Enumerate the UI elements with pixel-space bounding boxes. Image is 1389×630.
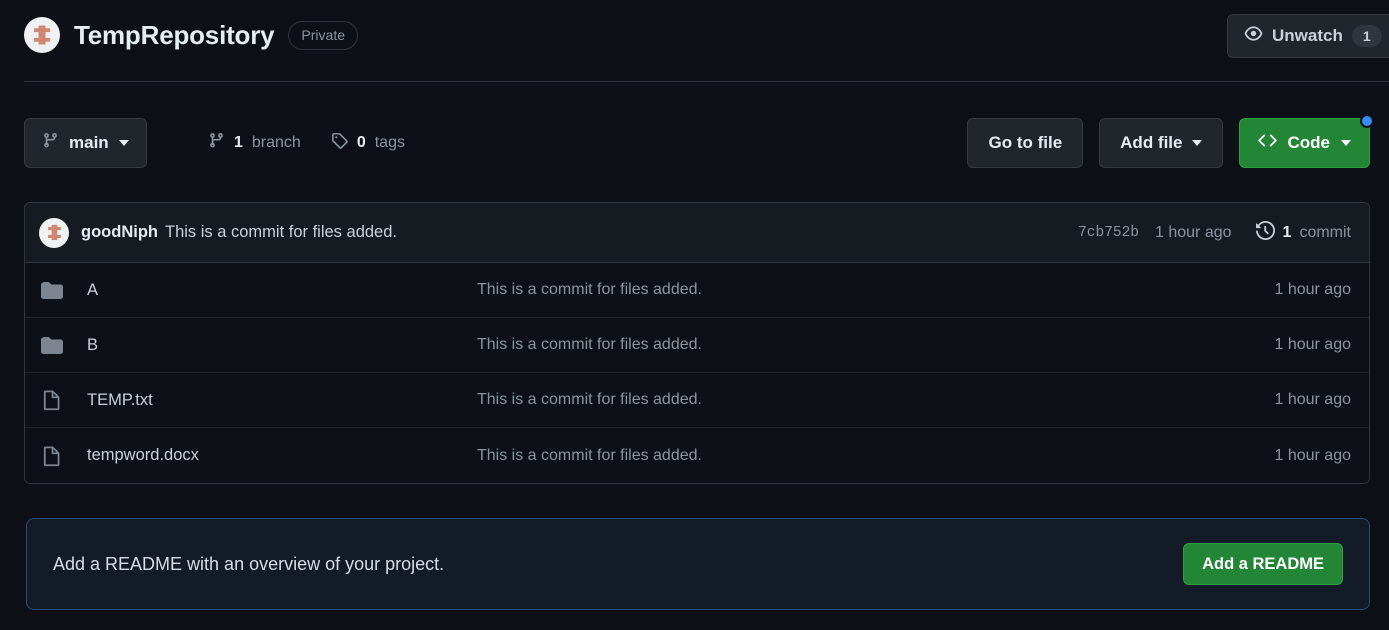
tag-count[interactable]: 0 tags — [331, 132, 405, 154]
add-readme-label: Add a README — [1202, 554, 1324, 573]
latest-commit-bar: goodNiph This is a commit for files adde… — [25, 203, 1369, 263]
commit-author-link[interactable]: goodNiph — [81, 223, 158, 242]
page-title: TempRepository — [74, 19, 275, 50]
commit-count-value: 1 — [1282, 223, 1292, 241]
file-icon — [41, 445, 71, 467]
toolbar-actions: Go to file Add file Code — [967, 114, 1374, 168]
file-icon — [41, 389, 71, 411]
code-button[interactable]: Code — [1238, 114, 1374, 168]
chevron-down-icon — [1191, 140, 1202, 146]
repo-icon — [24, 17, 60, 53]
file-commit-time: 1 hour ago — [1274, 281, 1351, 298]
commit-message-link[interactable]: This is a commit for files added. — [165, 223, 397, 242]
commit-sha-link[interactable]: 7cb752b — [1078, 225, 1139, 241]
commit-time: 1 hour ago — [1155, 223, 1232, 241]
tag-count-value: 0 — [356, 134, 366, 151]
code-notification-dot — [1360, 114, 1374, 128]
folder-icon — [41, 279, 71, 301]
table-row[interactable]: tempword.docx This is a commit for files… — [25, 428, 1369, 483]
file-name-link[interactable]: TEMP.txt — [87, 391, 477, 410]
header-divider — [24, 81, 1389, 82]
file-name-link[interactable]: B — [87, 336, 477, 355]
file-commit-time: 1 hour ago — [1274, 336, 1351, 353]
readme-banner-text: Add a README with an overview of your pr… — [53, 553, 445, 574]
unwatch-label: Unwatch — [1272, 26, 1343, 45]
code-brackets-icon — [1257, 131, 1277, 155]
chevron-down-icon — [118, 140, 129, 146]
branch-count-label: branch — [251, 134, 301, 151]
repository-title-row: TempRepository Private — [24, 17, 358, 53]
table-row[interactable]: A This is a commit for files added. 1 ho… — [25, 263, 1369, 318]
branch-selector-button[interactable]: main — [24, 118, 147, 168]
tag-count-label: tags — [374, 134, 405, 151]
table-row[interactable]: B This is a commit for files added. 1 ho… — [25, 318, 1369, 373]
readme-suggestion-banner: Add a README with an overview of your pr… — [26, 518, 1370, 610]
status-badge: Private — [288, 20, 358, 50]
branch-count[interactable]: 1 branch — [208, 132, 301, 154]
tag-icon — [331, 132, 348, 154]
add-readme-button[interactable]: Add a README — [1183, 543, 1343, 585]
table-row[interactable]: TEMP.txt This is a commit for files adde… — [25, 373, 1369, 428]
repository-toolbar: main 1 branch 0 tags Go to file Add file… — [24, 114, 1374, 170]
file-commit-time: 1 hour ago — [1274, 446, 1351, 464]
unwatch-button[interactable]: Unwatch 1 — [1227, 14, 1389, 58]
commit-count-link[interactable]: 1 commit — [1255, 220, 1351, 245]
folder-icon — [41, 334, 71, 356]
file-name-link[interactable]: A — [87, 281, 477, 300]
eye-icon — [1244, 24, 1263, 48]
repository-page: TempRepository Private Unwatch 1 main 1 … — [0, 0, 1389, 630]
chevron-down-icon — [1341, 140, 1351, 146]
file-commit-message[interactable]: This is a commit for files added. — [477, 391, 1274, 409]
git-branch-icon — [208, 132, 225, 154]
file-name-link[interactable]: tempword.docx — [87, 446, 477, 465]
history-icon — [1255, 220, 1275, 245]
add-file-label: Add file — [1120, 133, 1183, 152]
file-table: goodNiph This is a commit for files adde… — [24, 202, 1370, 484]
commit-count-label: commit — [1299, 223, 1351, 241]
watch-count-badge: 1 — [1351, 24, 1382, 48]
file-commit-message[interactable]: This is a commit for files added. — [477, 447, 1274, 465]
go-to-file-button[interactable]: Go to file — [967, 118, 1084, 168]
file-commit-message[interactable]: This is a commit for files added. — [477, 336, 1274, 354]
git-branch-icon — [42, 132, 59, 154]
avatar — [39, 217, 69, 248]
branch-name-label: main — [69, 133, 109, 152]
commit-meta: 7cb752b 1 hour ago 1 commit — [1078, 220, 1351, 245]
file-commit-time: 1 hour ago — [1274, 391, 1351, 408]
go-to-file-label: Go to file — [988, 133, 1063, 152]
repository-header: TempRepository Private Unwatch 1 — [0, 0, 1389, 82]
add-file-button[interactable]: Add file — [1099, 118, 1223, 168]
branch-count-value: 1 — [234, 134, 243, 151]
file-commit-message[interactable]: This is a commit for files added. — [477, 281, 1274, 299]
repository-counts: 1 branch 0 tags — [208, 118, 405, 168]
code-label: Code — [1287, 133, 1331, 152]
